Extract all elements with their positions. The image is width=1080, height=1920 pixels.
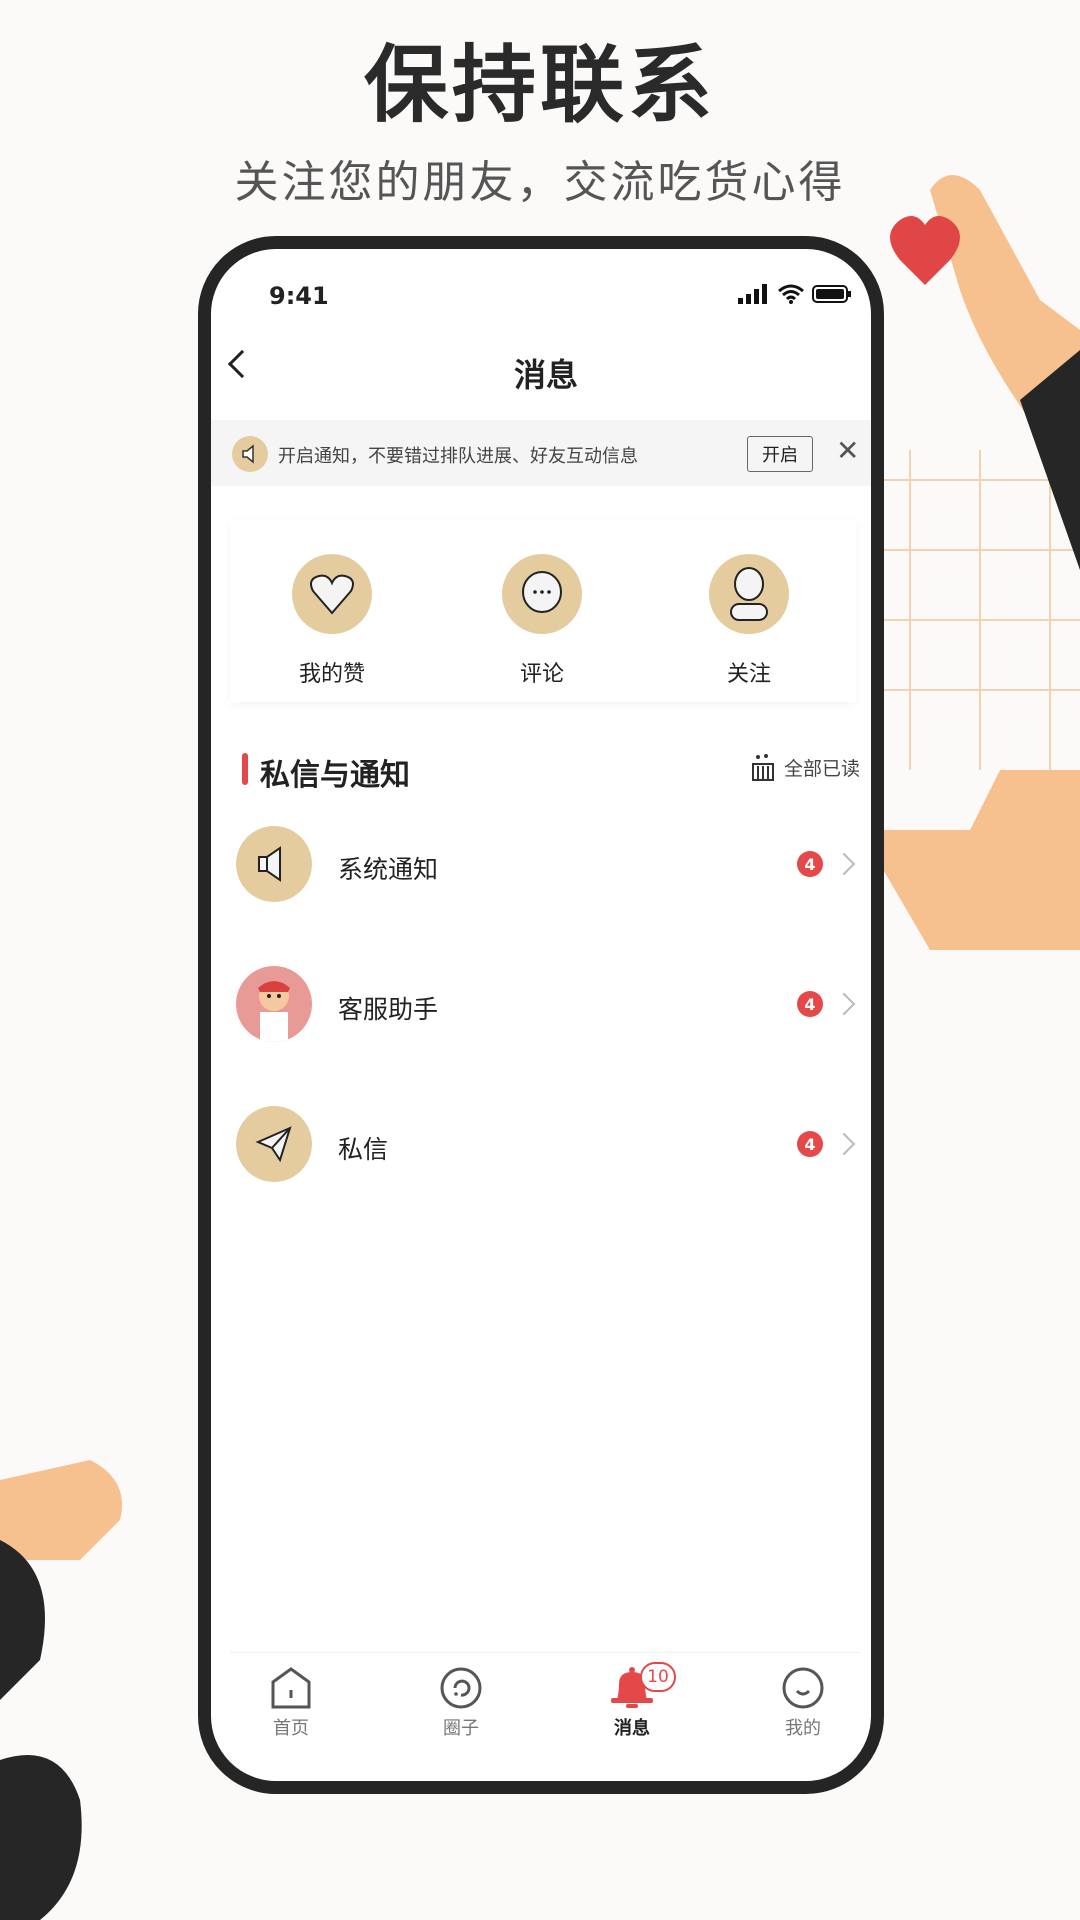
mark-all-read-label: 全部已读 — [784, 757, 861, 780]
mark-all-read-button[interactable]: 全部已读 — [748, 752, 860, 782]
tab-label: 圈子 — [443, 1718, 479, 1739]
message-item-private[interactable] — [230, 1100, 860, 1190]
tab-profile[interactable]: 我的 — [781, 1666, 825, 1740]
banner-text: 开启通知，不要错过排队进展、好友互动信息 — [278, 446, 638, 467]
tab-label: 消息 — [614, 1718, 650, 1739]
hand-heart-illustration — [870, 175, 1080, 950]
unread-badge: 4 — [797, 1131, 823, 1157]
wifi-icon — [778, 284, 804, 304]
smile-icon — [782, 1667, 824, 1709]
quick-action-label[interactable]: 关注 — [727, 656, 771, 688]
message-label: 私信 — [338, 1135, 389, 1164]
broom-icon — [752, 754, 774, 781]
battery-icon — [812, 285, 851, 303]
message-label: 客服助手 — [338, 995, 439, 1024]
circle-icon — [440, 1667, 482, 1709]
tab-home[interactable]: 首页 — [270, 1666, 312, 1740]
speaker-icon — [232, 436, 268, 472]
quick-action-label[interactable]: 我的赞 — [299, 656, 365, 688]
tab-circle[interactable]: 圈子 — [439, 1666, 483, 1740]
tab-badge: 10 — [640, 1662, 676, 1692]
heart-icon[interactable] — [292, 554, 372, 634]
header-title: 消息 — [513, 356, 579, 394]
mascot-avatar — [236, 966, 312, 1042]
paper-plane-icon — [236, 1106, 312, 1182]
home-icon — [271, 1667, 311, 1709]
hero-title: 保持联系 — [363, 36, 716, 134]
message-item-support[interactable] — [230, 960, 860, 1050]
tab-label: 首页 — [273, 1718, 309, 1739]
message-item-system[interactable] — [230, 820, 860, 910]
tab-label: 我的 — [785, 1718, 821, 1739]
section-marker — [242, 753, 248, 785]
hand-illustration-left — [0, 1460, 122, 1920]
quick-action-label[interactable]: 评论 — [520, 656, 564, 688]
close-banner-icon[interactable]: ✕ — [836, 434, 859, 467]
unread-badge: 4 — [797, 851, 823, 877]
message-label: 系统通知 — [338, 855, 439, 884]
signal-icon — [738, 284, 767, 304]
speaker-icon — [236, 826, 312, 902]
unread-badge: 4 — [797, 991, 823, 1017]
section-title: 私信与通知 — [260, 758, 410, 793]
tabbar-divider — [230, 1652, 860, 1653]
comment-icon[interactable] — [502, 554, 582, 634]
enable-notification-button[interactable]: 开启 — [747, 436, 813, 472]
status-time: 9:41 — [269, 282, 329, 310]
user-icon[interactable] — [709, 554, 789, 634]
status-icons — [738, 284, 852, 304]
